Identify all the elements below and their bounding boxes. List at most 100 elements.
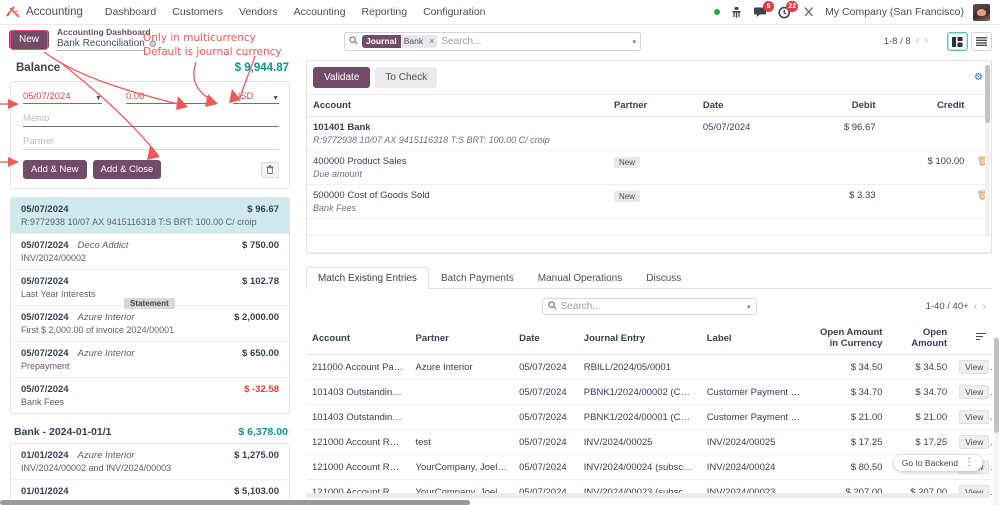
statement-line-label: INV/2024/00002 and INV/2024/00003 [21, 463, 172, 473]
list-view-icon[interactable] [971, 32, 992, 51]
je-row[interactable]: 101401 Bank R:9772938 10/07 AX 9415116318… [307, 116, 991, 151]
je-account-cell: 101401 Bank R:9772938 10/07 AX 9415116318… [307, 116, 608, 151]
tab-batch-payments[interactable]: Batch Payments [429, 267, 526, 289]
column-adjust-icon[interactable] [953, 322, 992, 355]
match-search-bar[interactable]: Search... ▾ [541, 298, 757, 315]
chevron-down-icon[interactable]: ▾ [632, 38, 636, 46]
nav-vendors[interactable]: Vendors [231, 3, 286, 21]
trash-icon[interactable] [261, 161, 279, 178]
match-row[interactable]: 121000 Account ReceivableYourCompany, Jo… [306, 454, 992, 480]
match-search-input[interactable]: Search... [561, 301, 743, 312]
statement-line[interactable]: 05/07/2024 $ -32.58 Bank Fees [11, 378, 289, 413]
statement-line[interactable]: 05/07/2024 Azure Interior $ 2,000.00 First … [11, 306, 289, 342]
odoo-logo-icon [6, 5, 21, 19]
pager-next-icon[interactable]: › [924, 35, 928, 47]
avatar[interactable] [973, 3, 990, 21]
memo-input[interactable]: Memo [23, 113, 279, 127]
statement-line-partner: Azure Interior [77, 348, 135, 359]
search-input[interactable]: Search... [441, 36, 628, 47]
match-journal-entry: INV/2024/00025 [577, 429, 701, 455]
tab-match-existing-entries[interactable]: Match Existing Entries [306, 267, 429, 289]
gear-icon[interactable]: ⚙ [149, 39, 157, 49]
go-to-backend-pill[interactable]: Go to Backend ⋮ [893, 455, 982, 471]
statement-panel: Balance $ 9,944.87 05/07/2024 ▼ 0.00 USD… [0, 54, 300, 505]
breadcrumb-parent[interactable]: Accounting Dashboard [57, 28, 157, 38]
date-field[interactable]: 05/07/2024 ▼ [23, 91, 102, 104]
match-row[interactable]: 211000 Account Payable Azure Interior 05/0… [306, 354, 992, 380]
je-row[interactable]: 500000 Cost of Goods Sold Bank Fees New $ 3… [307, 184, 991, 219]
nav-customers[interactable]: Customers [164, 3, 231, 21]
gear-icon[interactable]: ⚙ [974, 72, 983, 83]
kanban-view-icon[interactable] [947, 32, 968, 51]
activities-icon[interactable]: 22 [777, 0, 799, 20]
statement-line-date: 05/07/2024 [21, 240, 69, 251]
nav-reporting[interactable]: Reporting [354, 3, 416, 21]
messages-icon[interactable]: 5 [753, 0, 775, 20]
match-open-amount: $ 17.25 [888, 429, 954, 455]
brand[interactable]: Accounting [6, 5, 83, 19]
match-journal-entry: RBILL/2024/05/0001 [577, 354, 701, 380]
facet-remove-icon[interactable]: × [426, 35, 438, 48]
je-partner-cell: New [607, 184, 697, 219]
view-button[interactable]: View [959, 435, 990, 449]
match-pager-prev-icon[interactable]: ‹ [974, 301, 978, 313]
statement-line-label: First $ 2,000.00 of invoice 2024/00001 [21, 325, 175, 335]
messages-badge: 5 [763, 0, 775, 12]
tab-discuss[interactable]: Discuss [634, 267, 693, 289]
scissors-icon[interactable] [801, 5, 816, 20]
view-button[interactable]: View [959, 410, 990, 424]
nav-accounting[interactable]: Accounting [286, 3, 354, 21]
statement-line[interactable]: 05/07/2024 $ 96.67 R:9772938 10/07 AX 9415… [11, 198, 289, 234]
validate-button[interactable]: Validate [313, 67, 371, 88]
activities-badge: 22 [786, 0, 799, 12]
match-scrollbar-thumb[interactable] [994, 338, 999, 433]
horizontal-scrollbar-thumb[interactable] [0, 500, 470, 505]
date-value: 05/07/2024 [23, 91, 102, 104]
match-open-amount-currency: $ 34.70 [810, 379, 889, 405]
new-button[interactable]: New [9, 30, 50, 49]
je-row[interactable]: 400000 Product Sales Due amount New $ 100.0… [307, 150, 991, 185]
bug-icon[interactable] [729, 5, 744, 20]
chevron-down-icon[interactable]: ▼ [95, 95, 102, 102]
company-selector[interactable]: My Company (San Francisco) [825, 6, 964, 18]
statement-line[interactable]: 05/07/2024 Deco Addict $ 750.00 INV/2024/00… [11, 234, 289, 270]
view-button[interactable]: View [959, 385, 990, 399]
match-partner [409, 379, 514, 405]
statement-line[interactable]: 05/07/2024 Azure Interior $ 650.00 Prepayme… [11, 342, 289, 378]
amount-field[interactable]: 0.00 [125, 91, 210, 104]
journal-entry-card: Validate To Check ⚙ Account Partner Date De… [306, 60, 992, 254]
kebab-menu-icon[interactable]: ⋮ [964, 458, 974, 468]
statement-line-date: 05/07/2024 [21, 348, 69, 359]
search-facet-journal[interactable]: Journal Bank × [362, 35, 438, 48]
currency-field[interactable]: USD ▼ [233, 91, 279, 104]
add-and-new-button[interactable]: Add & New [23, 160, 87, 179]
add-and-close-button[interactable]: Add & Close [92, 160, 162, 179]
statement-chip: Statement [124, 298, 175, 309]
match-open-amount: $ 34.70 [888, 379, 954, 405]
je-credit [881, 184, 971, 219]
chevron-down-icon[interactable]: ▼ [272, 95, 279, 102]
match-row[interactable]: 101403 Outstanding Receipts 05/07/2024PBN… [306, 379, 992, 405]
nav-dashboard[interactable]: Dashboard [97, 3, 164, 21]
statement-line-amount: $ 750.00 [242, 240, 279, 251]
journal-entry-scrollbar-thumb[interactable] [985, 65, 990, 123]
match-open-amount: $ 21.00 [888, 404, 954, 430]
statement-line-amount: $ -32.58 [244, 384, 279, 395]
statement-line[interactable]: 01/01/2024 Azure Interior $ 1,275.00 INV/20… [11, 444, 289, 480]
match-view-cell: View [953, 404, 992, 430]
nav-configuration[interactable]: Configuration [415, 3, 493, 21]
search-bar[interactable]: Journal Bank × Search... ▾ [344, 32, 641, 51]
match-row[interactable]: 121000 Account Receivabletest05/07/2024I… [306, 429, 992, 455]
statement-line-date: 01/01/2024 [21, 450, 69, 461]
statement-group-header[interactable]: Bank - 2024-01-01/1 $ 6,378.00 [10, 423, 290, 443]
match-row[interactable]: 101403 Outstanding Receipts 05/07/2024PBN… [306, 404, 992, 430]
je-account-cell: 400000 Product Sales Due amount [307, 150, 608, 185]
pager-prev-icon[interactable]: ‹ [916, 35, 920, 47]
match-pager-next-icon[interactable]: › [982, 301, 986, 313]
partner-input[interactable]: Partner [23, 136, 279, 150]
view-button[interactable]: View [959, 360, 990, 374]
to-check-button[interactable]: To Check [375, 67, 438, 88]
tab-manual-operations[interactable]: Manual Operations [526, 267, 635, 289]
chevron-down-icon[interactable]: ▾ [747, 303, 751, 311]
match-open-amount-currency: $ 80.50 [810, 454, 889, 480]
